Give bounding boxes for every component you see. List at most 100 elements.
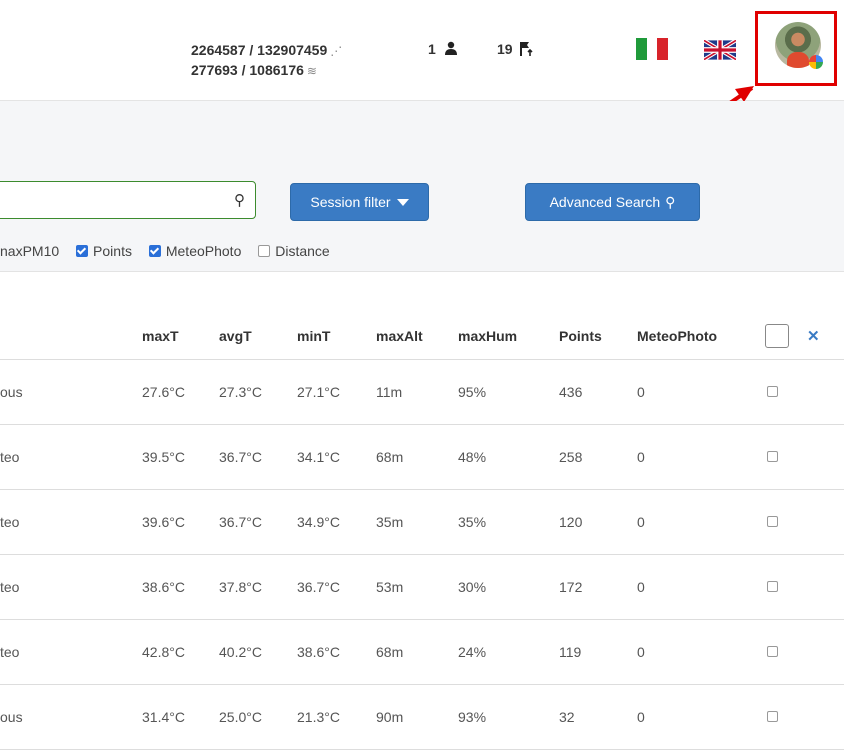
cell-mint: 21.3°C: [297, 684, 376, 750]
uk-flag-icon[interactable]: [704, 40, 736, 60]
cell-avgt: 27.3°C: [219, 359, 297, 425]
search-box: ⚲: [0, 181, 256, 219]
stats-counter: 2264587 / 132907459 ⋰ 277693 / 1086176 ≋: [191, 41, 342, 81]
row-checkbox[interactable]: [767, 386, 778, 397]
search-input[interactable]: [5, 182, 219, 218]
cell-maxt: 38.6°C: [142, 554, 219, 620]
row-checkbox[interactable]: [767, 516, 778, 527]
table-row[interactable]: teo 39.6°C 36.7°C 34.9°C 35m 35% 120 0: [0, 489, 844, 555]
cell-maxalt: 35m: [376, 489, 458, 555]
cell-maxhum: 93%: [458, 684, 559, 750]
sessions-table: maxT avgT minT maxAlt maxHum Points Mete…: [0, 313, 844, 750]
toggle-meteophoto[interactable]: MeteoPhoto: [148, 243, 242, 259]
advanced-search-button[interactable]: Advanced Search ⚲: [525, 183, 700, 221]
search-icon: ⚲: [665, 193, 676, 210]
toggle-distance[interactable]: Distance: [258, 243, 330, 259]
toggle-maxpm10[interactable]: naxPM10: [0, 243, 59, 259]
top-bar: 2264587 / 132907459 ⋰ 277693 / 1086176 ≋ 1…: [0, 0, 844, 162]
col-header-mint[interactable]: minT: [297, 313, 376, 360]
users-count: 1: [428, 41, 436, 57]
col-header-maxalt[interactable]: maxAlt: [376, 313, 458, 360]
cell-points: 32: [559, 684, 637, 750]
table-row[interactable]: teo 38.6°C 37.8°C 36.7°C 53m 30% 172 0: [0, 554, 844, 620]
col-header-meteophoto[interactable]: MeteoPhoto: [637, 313, 765, 360]
col-header-avgt[interactable]: avgT: [219, 313, 297, 360]
col-header-maxt[interactable]: maxT: [142, 313, 219, 360]
stats-line-1: 2264587 / 132907459 ⋰: [191, 41, 342, 61]
cell-name: ous: [0, 684, 142, 750]
cell-name: teo: [0, 424, 142, 490]
pending-count: 19: [497, 41, 513, 57]
cell-select: [765, 619, 844, 685]
checkbox-checked[interactable]: [148, 245, 161, 257]
cell-maxhum: 95%: [458, 359, 559, 425]
cell-maxalt: 53m: [376, 554, 458, 620]
col-header-points[interactable]: Points: [559, 313, 637, 360]
pending-items[interactable]: 19: [497, 41, 534, 57]
cell-select: [765, 684, 844, 750]
session-filter-button[interactable]: Session filter: [290, 183, 429, 221]
cell-mint: 34.1°C: [297, 424, 376, 490]
cell-points: 436: [559, 359, 637, 425]
cell-maxt: 39.6°C: [142, 489, 219, 555]
row-checkbox[interactable]: [767, 451, 778, 462]
cell-avgt: 40.2°C: [219, 619, 297, 685]
stats-points-value: 2264587 / 132907459: [191, 42, 328, 58]
cell-points: 119: [559, 619, 637, 685]
table-row[interactable]: ous 27.6°C 27.3°C 27.1°C 11m 95% 436 0: [0, 359, 844, 425]
cell-maxhum: 48%: [458, 424, 559, 490]
cell-maxt: 31.4°C: [142, 684, 219, 750]
cell-maxt: 39.5°C: [142, 424, 219, 490]
checkbox-unchecked[interactable]: [258, 245, 271, 257]
cell-mint: 38.6°C: [297, 619, 376, 685]
online-users[interactable]: 1: [428, 41, 458, 57]
stats-line-2: 277693 / 1086176 ≋: [191, 61, 342, 81]
table-row[interactable]: ous 31.4°C 25.0°C 21.3°C 90m 93% 32 0: [0, 684, 844, 750]
wind-icon: ≋: [306, 64, 317, 78]
table-row[interactable]: teo 39.5°C 36.7°C 34.1°C 68m 48% 258 0: [0, 424, 844, 490]
cell-avgt: 25.0°C: [219, 684, 297, 750]
row-checkbox[interactable]: [767, 581, 778, 592]
cell-points: 120: [559, 489, 637, 555]
user-icon: [444, 41, 457, 55]
cell-maxt: 42.8°C: [142, 619, 219, 685]
toggle-label: Points: [93, 243, 132, 259]
row-checkbox[interactable]: [767, 711, 778, 722]
session-filter-label: Session filter: [310, 194, 391, 210]
col-header-name[interactable]: [0, 313, 142, 360]
table-row[interactable]: teo 42.8°C 40.2°C 38.6°C 68m 24% 119 0: [0, 619, 844, 685]
cell-maxalt: 68m: [376, 619, 458, 685]
cell-points: 172: [559, 554, 637, 620]
search-icon[interactable]: ⚲: [234, 191, 245, 209]
select-all-checkbox[interactable]: [765, 324, 789, 348]
cell-mint: 34.9°C: [297, 489, 376, 555]
cell-meteophoto: 0: [637, 554, 765, 620]
column-toggles: naxPM10 Points MeteoPhoto Distance: [0, 243, 343, 259]
advanced-search-label: Advanced Search: [549, 194, 661, 210]
cell-name: teo: [0, 489, 142, 555]
cell-avgt: 36.7°C: [219, 424, 297, 490]
row-checkbox[interactable]: [767, 646, 778, 657]
toggle-points[interactable]: Points: [76, 243, 132, 259]
cell-maxt: 27.6°C: [142, 359, 219, 425]
cell-mint: 36.7°C: [297, 554, 376, 620]
cell-name: teo: [0, 554, 142, 620]
col-header-maxhum[interactable]: maxHum: [458, 313, 559, 360]
checkbox-checked[interactable]: [76, 245, 89, 257]
table-body: ous 27.6°C 27.3°C 27.1°C 11m 95% 436 0 teo 39.5°C…: [0, 359, 844, 750]
cell-points: 258: [559, 424, 637, 490]
toggle-label: naxPM10: [0, 243, 60, 259]
caret-down-icon: [396, 198, 409, 206]
toggle-label: Distance: [275, 243, 330, 259]
cell-select: [765, 554, 844, 620]
cell-maxhum: 35%: [458, 489, 559, 555]
cell-select: [765, 489, 844, 555]
cell-meteophoto: 0: [637, 619, 765, 685]
cell-meteophoto: 0: [637, 684, 765, 750]
cell-avgt: 36.7°C: [219, 489, 297, 555]
cell-maxhum: 30%: [458, 554, 559, 620]
toggle-label: MeteoPhoto: [165, 243, 242, 259]
italian-flag-icon[interactable]: [636, 38, 669, 60]
clear-selection-icon[interactable]: ✕: [807, 328, 820, 345]
google-icon: [809, 55, 823, 69]
